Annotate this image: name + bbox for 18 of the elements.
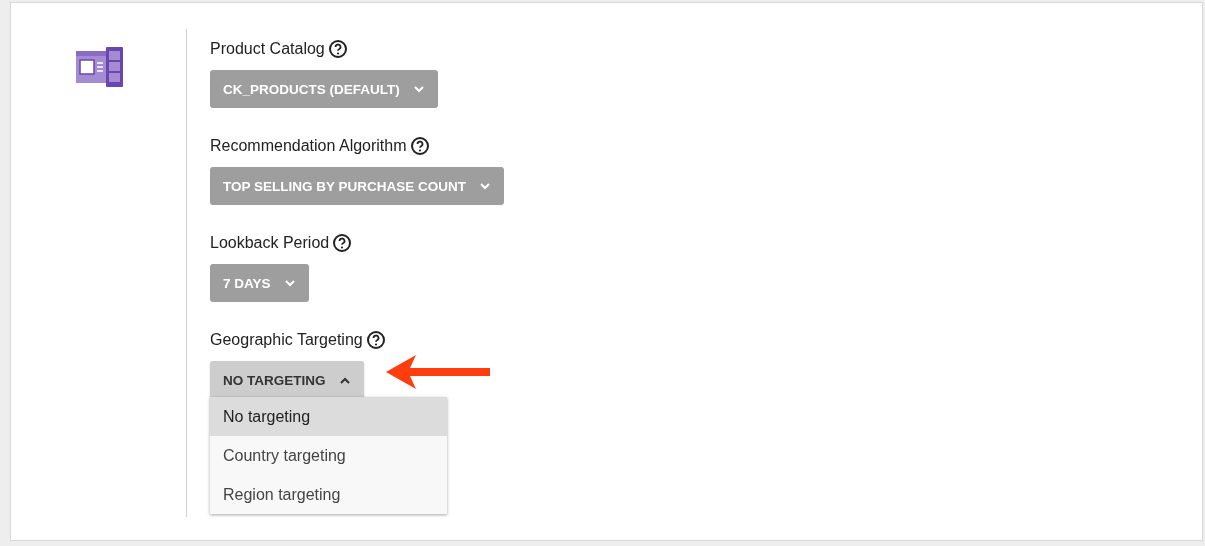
help-icon[interactable] [409, 136, 430, 156]
caret-icon [413, 85, 424, 93]
menu-item[interactable]: No targeting [210, 397, 447, 436]
field-label: Lookback Period [210, 234, 330, 252]
caret-icon [339, 376, 350, 384]
field-label: Geographic Targeting [210, 331, 363, 349]
caret-icon [284, 279, 295, 287]
menu-item[interactable]: Country targeting [210, 436, 447, 475]
help-icon[interactable] [327, 39, 348, 59]
field-label: Product Catalog [210, 40, 325, 58]
help-icon[interactable] [365, 330, 386, 350]
help-icon[interactable] [332, 233, 353, 253]
field-label: Recommendation Algorithm [210, 137, 407, 155]
arrow-icon [386, 355, 490, 389]
widget-icon [76, 45, 125, 89]
caret-icon [480, 182, 491, 190]
dropdown-button[interactable]: NO TARGETING [210, 361, 364, 399]
menu-item[interactable]: Region targeting [210, 475, 447, 514]
